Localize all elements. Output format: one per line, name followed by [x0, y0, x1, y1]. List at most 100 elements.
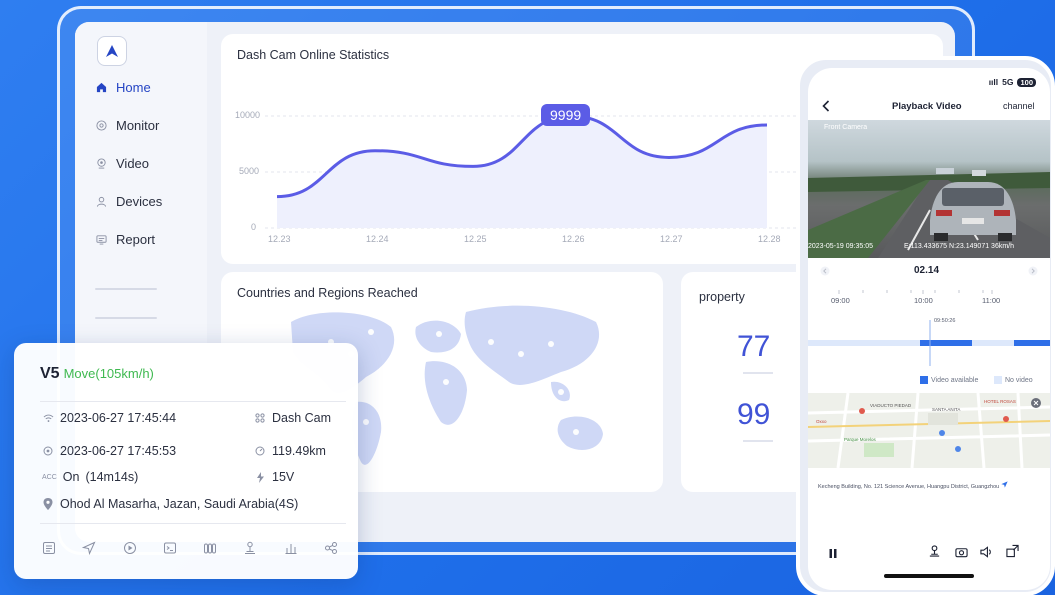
property-value: 99: [737, 398, 771, 431]
timeline-label: 10:00: [914, 296, 933, 305]
sidebar-item-label: Devices: [116, 194, 163, 209]
gps-time-row: 2023-06-27 17:45:53: [42, 444, 176, 458]
legend-label: No video: [1005, 376, 1033, 384]
playback-title: Playback Video: [892, 101, 962, 112]
address-text: Kecheng Building, No. 121 Science Avenue…: [818, 484, 1000, 490]
wifi-icon: [42, 413, 54, 423]
sidebar-item-label: Video: [116, 156, 150, 171]
monitor-icon: [95, 120, 107, 132]
next-date-icon[interactable]: [1028, 266, 1038, 279]
pause-icon[interactable]: [828, 546, 838, 564]
map-label: Oxxo: [816, 419, 827, 424]
vehicle-header: V5 Move(105km/h): [40, 365, 154, 383]
terminal-icon[interactable]: [161, 539, 179, 557]
vehicle-toolbar: [40, 539, 340, 557]
acc-label: ACC: [42, 473, 57, 481]
vehicle-name: V5: [40, 365, 60, 382]
sidebar-item-home[interactable]: Home: [95, 80, 151, 95]
chart-tooltip: 9999: [541, 104, 591, 126]
x-tick-label: 12.25: [464, 234, 487, 244]
road-scene: [808, 168, 1050, 258]
app-logo[interactable]: [97, 36, 127, 66]
address-row: Kecheng Building, No. 121 Science Avenue…: [818, 481, 1046, 490]
battery-icon: 100: [1017, 77, 1036, 87]
series-area: [277, 116, 767, 228]
map-label: VIADUCTO PIEDAD: [870, 403, 912, 408]
back-chevron-icon[interactable]: [822, 100, 830, 115]
x-tick-label: 12.27: [660, 234, 683, 244]
signal-icon: ııll: [988, 77, 999, 87]
acc-value: On: [62, 470, 80, 484]
acc-row: ACC On (14m14s): [42, 470, 138, 484]
voltage-row: 15V: [254, 470, 294, 484]
camera-icon[interactable]: [955, 545, 968, 563]
vehicle-info-card: V5 Move(105km/h) 2023-06-27 17:45:44 Das…: [14, 343, 358, 579]
geofence-icon[interactable]: [241, 539, 259, 557]
map-label: SANTA ANITA: [932, 407, 961, 412]
navigate-icon[interactable]: [80, 539, 98, 557]
sidebar-item-label: Report: [116, 232, 156, 247]
channel-button[interactable]: channel: [1003, 101, 1035, 111]
bar-chart-icon[interactable]: [282, 539, 300, 557]
timeline-label: 09:00: [831, 296, 850, 305]
play-icon[interactable]: [121, 539, 139, 557]
vehicle-location: Ohod Al Masarha, Jazan, Saudi Arabia(4S): [60, 497, 299, 511]
video-timestamp: 2023-05-19 09:35:05: [808, 243, 873, 250]
map-pin-icon: [42, 498, 54, 510]
map-label: HOTEL ROSAS: [984, 399, 1016, 404]
sidebar-item-devices[interactable]: Devices: [95, 194, 162, 209]
property-divider: [743, 440, 773, 442]
timeline-label: 11:00: [982, 296, 1001, 305]
mileage-row: 119.49km: [254, 444, 326, 458]
cylinders-icon[interactable]: [201, 539, 219, 557]
sidebar-item-video[interactable]: Video: [95, 156, 149, 171]
detail-icon[interactable]: [40, 539, 58, 557]
date-selector: 02.14: [808, 264, 1050, 282]
gps-time: 2023-06-27 17:45:53: [60, 444, 177, 458]
mileage: 119.49km: [272, 444, 326, 458]
odometer-icon: [254, 446, 266, 456]
phone-status-bar: ııll 5G 100: [989, 77, 1036, 87]
property-title: property: [699, 290, 745, 304]
signal-time-row: 2023-06-27 17:45:44: [42, 411, 176, 425]
home-icon: [95, 82, 107, 94]
sidebar-item-label: Home: [116, 80, 151, 95]
playback-header: Playback Video channel: [808, 98, 1050, 118]
video-player[interactable]: Front Camera 2023-05-19 09:35:05 E:113.4…: [808, 120, 1050, 258]
location-row: Ohod Al Masarha, Jazan, Saudi Arabia(4S): [42, 497, 298, 511]
sidebar-placeholder-line: [95, 288, 157, 290]
cursor-time: 09:50:26: [934, 318, 956, 324]
legend-swatch: [994, 376, 1002, 384]
x-tick-label: 12.26: [562, 234, 585, 244]
sidebar-item-label: Monitor: [116, 118, 160, 133]
export-icon[interactable]: [1006, 544, 1019, 563]
street-map: [808, 393, 1050, 468]
map-label: Parque Morelos: [844, 437, 876, 442]
location-icon: [42, 446, 54, 457]
camera-label: Front Camera: [824, 124, 868, 131]
x-tick-label: 12.24: [366, 234, 389, 244]
x-tick-label: 12.23: [268, 234, 291, 244]
legend-label: Video available: [931, 376, 979, 384]
legend-swatch: [920, 376, 928, 384]
devices-icon: [95, 196, 107, 208]
selected-date: 02.14: [914, 265, 940, 276]
voltage: 15V: [272, 470, 295, 484]
legend-no-video: No video: [994, 376, 1033, 384]
video-icon: [95, 158, 107, 170]
sidebar-item-monitor[interactable]: Monitor: [95, 118, 159, 133]
navigate-icon[interactable]: [1001, 481, 1008, 490]
legend-available: Video available: [920, 376, 978, 384]
geofence-icon[interactable]: [928, 544, 941, 563]
device-type: Dash Cam: [272, 411, 332, 425]
video-coords: E:113.433675 N:23.149071 36km/h: [904, 243, 1015, 250]
sidebar-item-report[interactable]: Report: [95, 232, 155, 247]
share-icon[interactable]: [322, 539, 340, 557]
prev-date-icon[interactable]: [820, 266, 830, 279]
location-map[interactable]: VIADUCTO PIEDAD SANTA ANITA Oxxo Parque …: [808, 393, 1050, 468]
x-tick-label: 12.28: [758, 234, 781, 244]
property-divider: [743, 372, 773, 374]
divider: [40, 523, 346, 524]
volume-icon[interactable]: [980, 545, 993, 563]
divider: [40, 401, 346, 402]
